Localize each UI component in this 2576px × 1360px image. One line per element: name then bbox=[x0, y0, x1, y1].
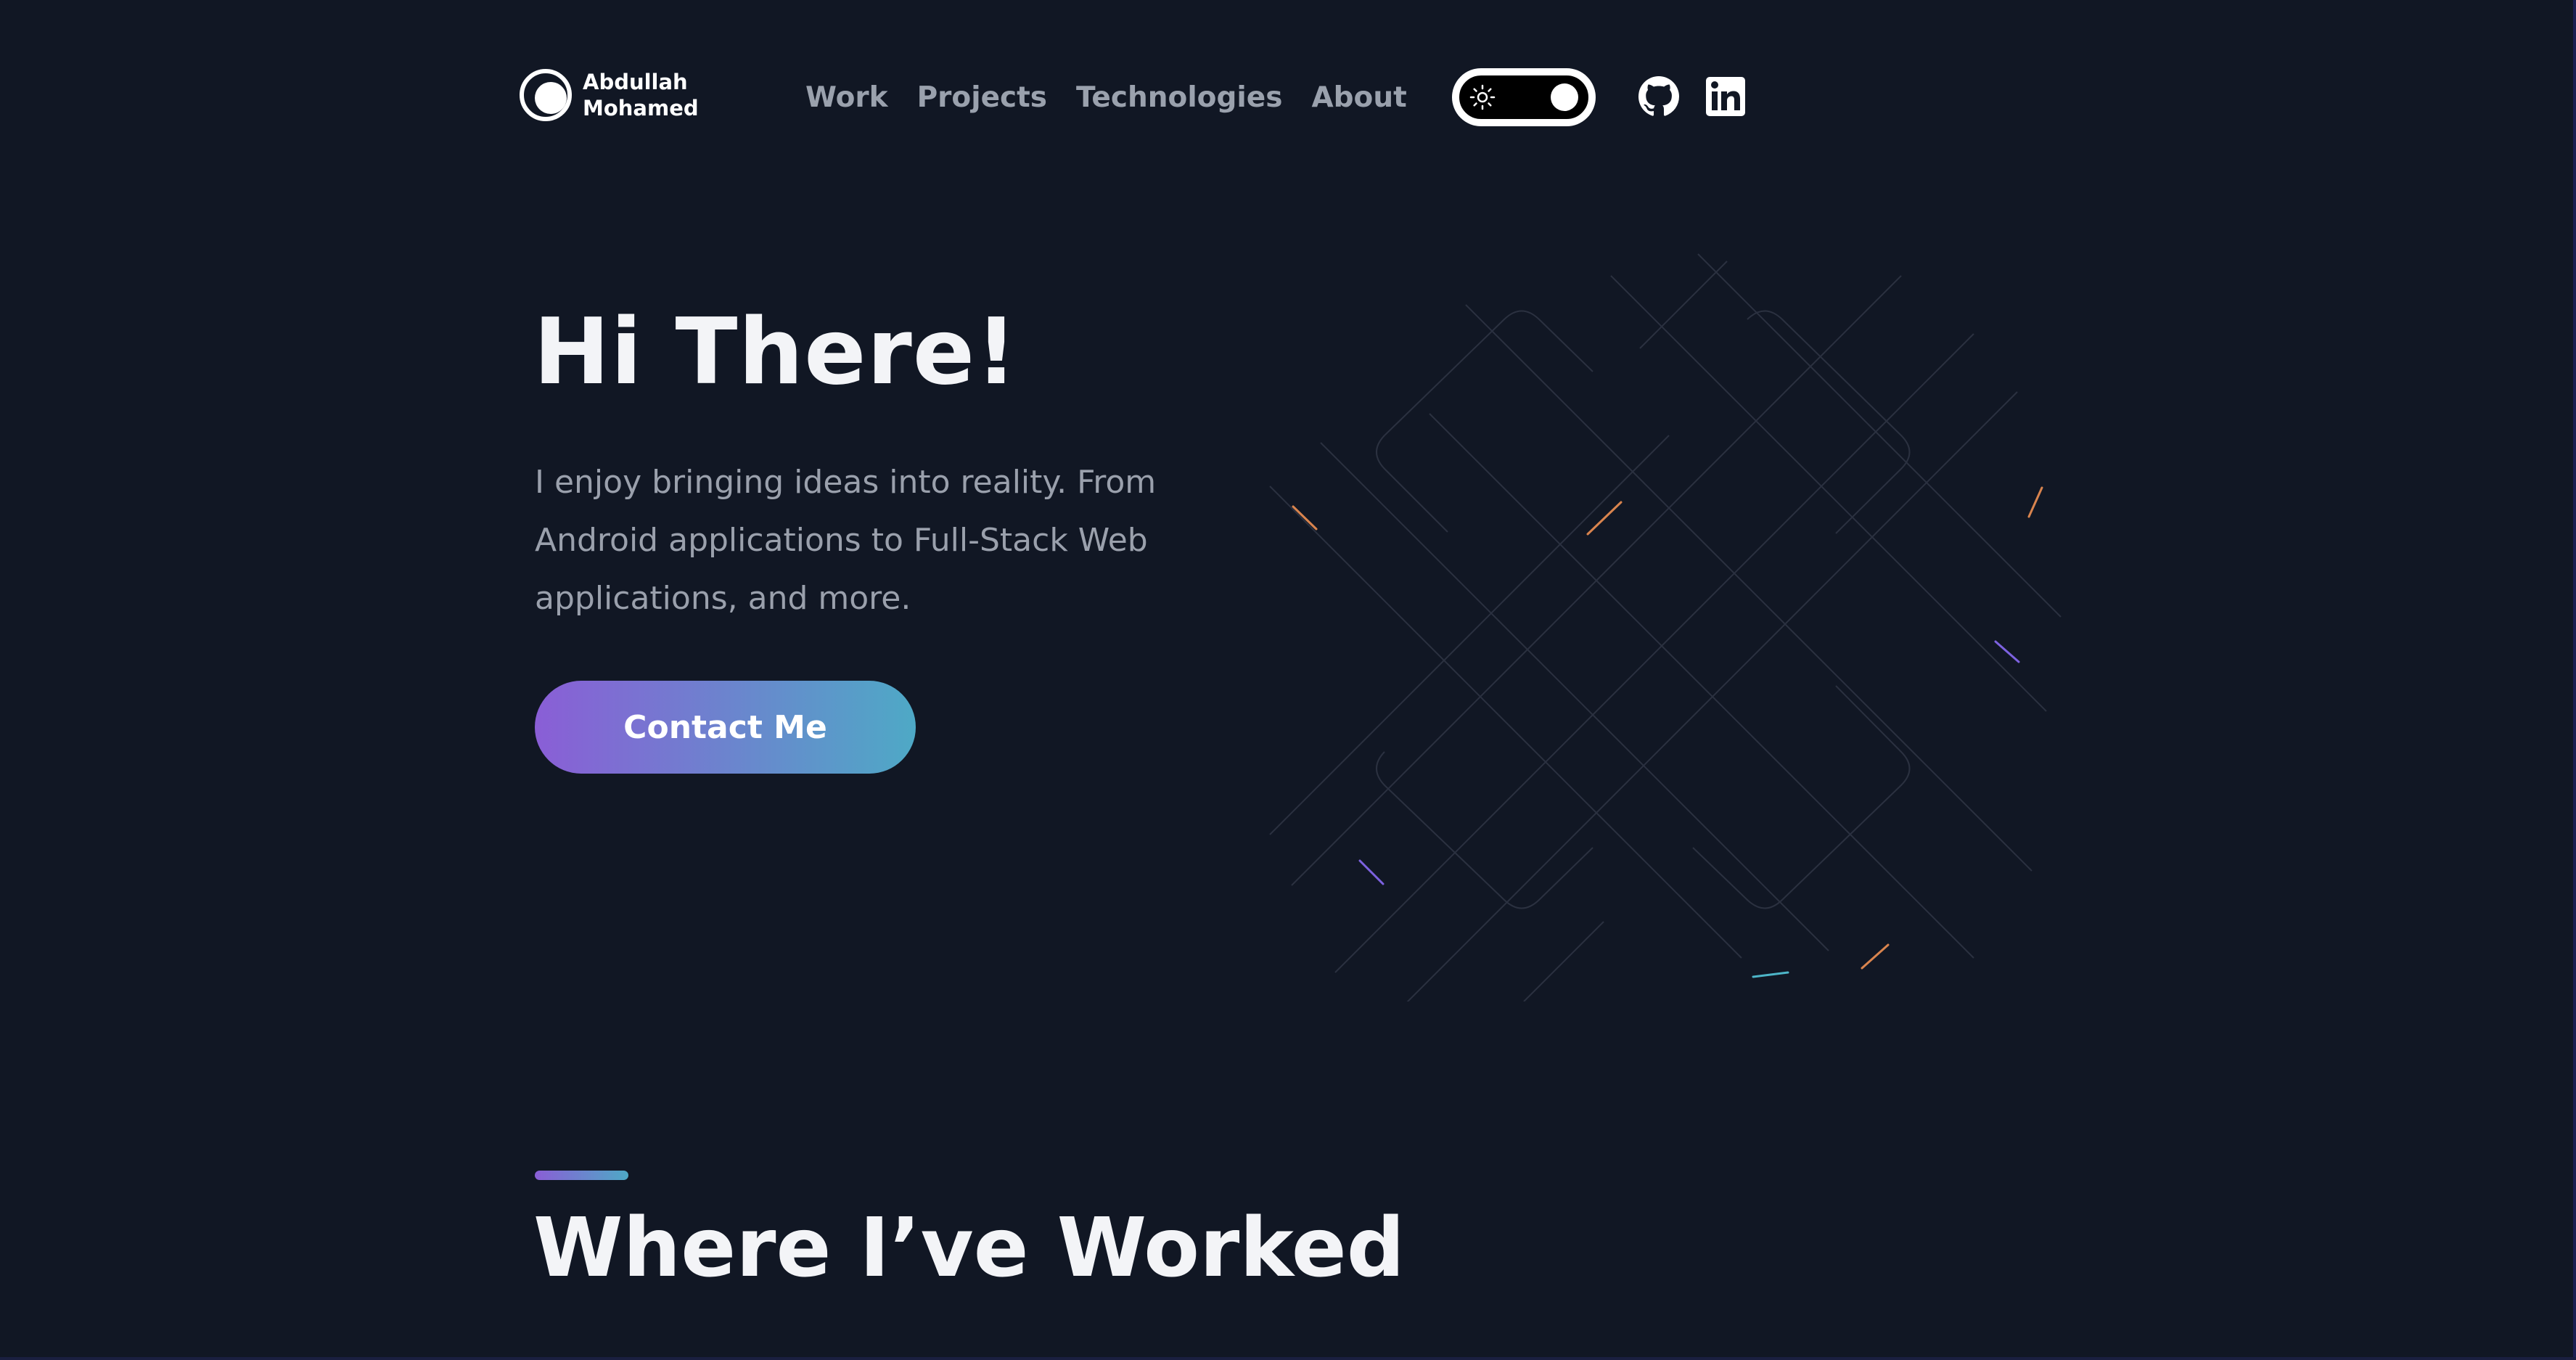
nav-link-about[interactable]: About bbox=[1311, 78, 1406, 118]
contact-me-button[interactable]: Contact Me bbox=[535, 681, 916, 774]
logo-last-name: Mohamed bbox=[583, 96, 699, 120]
page: Abdullah Mohamed Work Projects Technolog… bbox=[0, 0, 2576, 1360]
sun-icon bbox=[1469, 84, 1496, 110]
nav-link-projects[interactable]: Projects bbox=[917, 78, 1047, 118]
section-accent-bar bbox=[535, 1171, 628, 1180]
github-link[interactable] bbox=[1638, 76, 1679, 117]
nav-link-technologies[interactable]: Technologies bbox=[1076, 78, 1282, 118]
linkedin-link[interactable] bbox=[1706, 77, 1745, 116]
github-icon bbox=[1638, 76, 1679, 116]
right-edge-divider bbox=[2573, 0, 2576, 1360]
logo-name: Abdullah Mohamed bbox=[583, 69, 699, 121]
logo-mark-icon bbox=[520, 69, 572, 121]
logo-link[interactable]: Abdullah Mohamed bbox=[519, 68, 699, 122]
hero-description: I enjoy bringing ideas into reality. Fro… bbox=[535, 464, 1157, 617]
linkedin-icon bbox=[1706, 77, 1745, 116]
hero-title: Hi There! bbox=[533, 298, 1018, 405]
nav-link-work[interactable]: Work bbox=[805, 78, 888, 118]
theme-toggle[interactable] bbox=[1452, 68, 1596, 126]
section-title: Where I’ve Worked bbox=[533, 1201, 1405, 1295]
main-nav: Work Projects Technologies About bbox=[805, 78, 1407, 118]
bottom-edge-divider bbox=[0, 1357, 2576, 1360]
logo-first-name: Abdullah bbox=[583, 70, 688, 94]
grid-lines-art bbox=[1269, 253, 2062, 1001]
toggle-knob bbox=[1551, 83, 1578, 111]
